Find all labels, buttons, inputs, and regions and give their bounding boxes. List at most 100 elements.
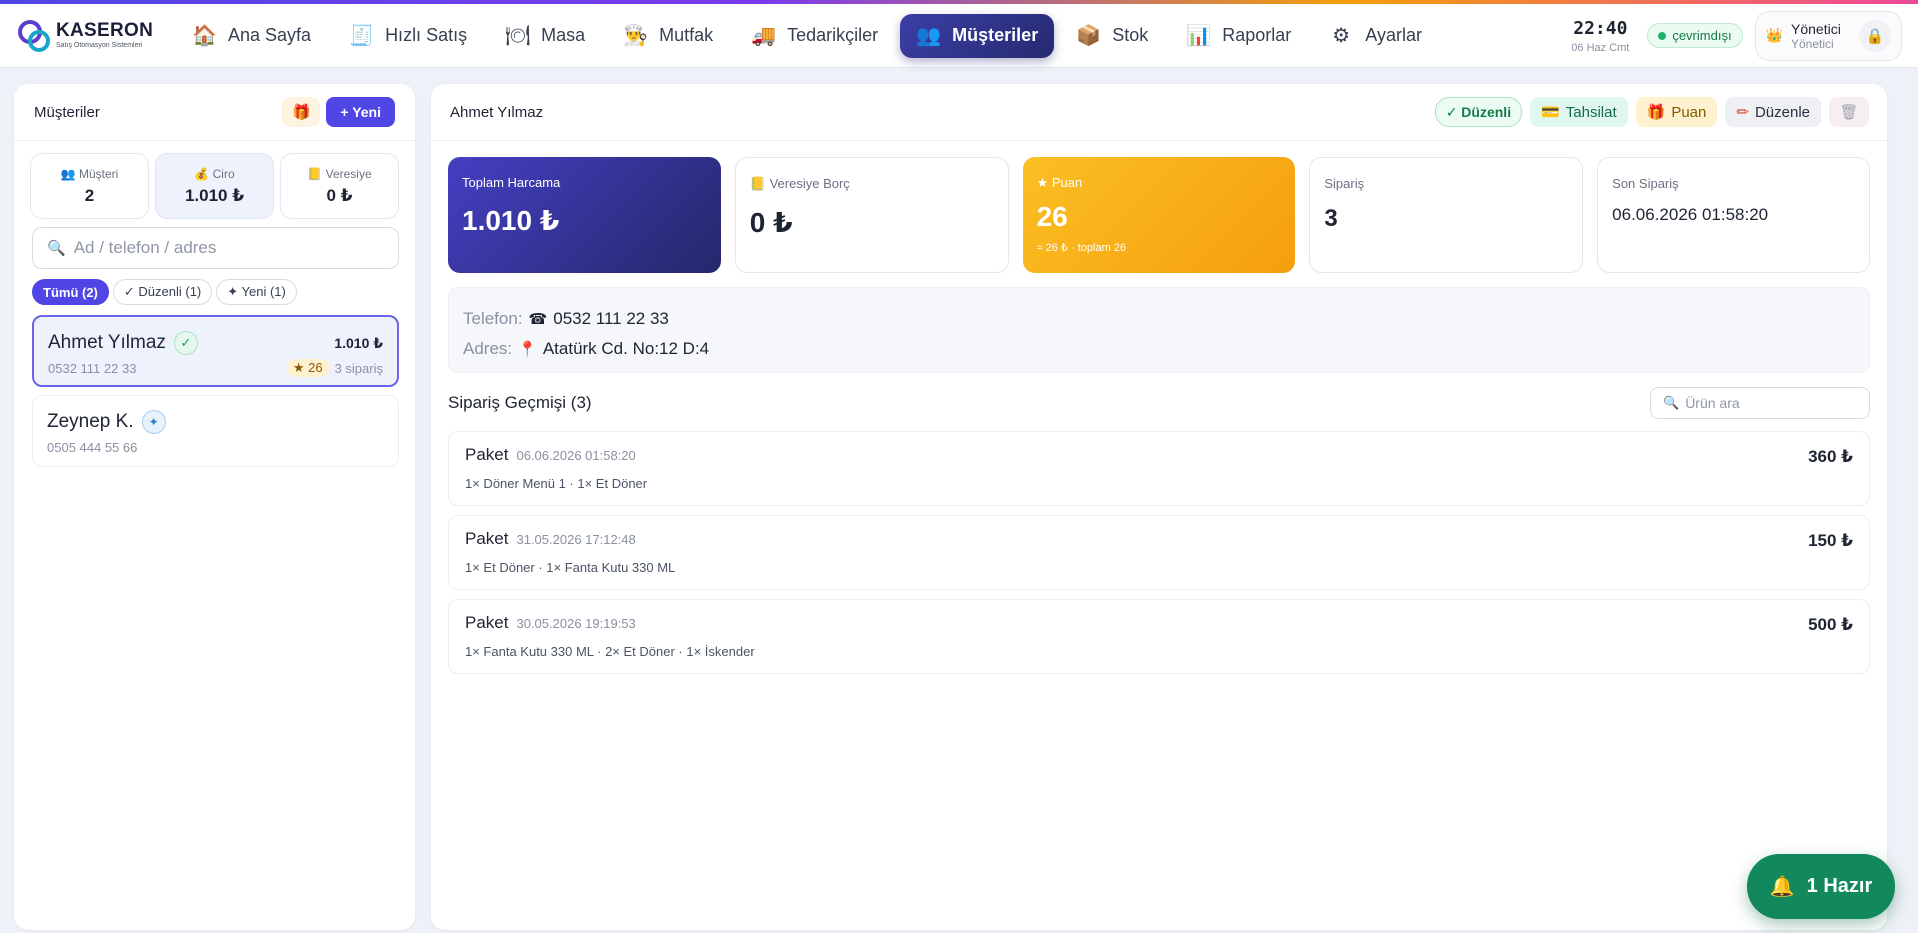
customer-phone: 0505 444 55 66 xyxy=(47,440,138,455)
delete-button[interactable]: 🗑 xyxy=(1829,97,1869,127)
filter-regular[interactable]: ✓ Düzenli (1) xyxy=(112,279,213,305)
customer-search: 🔍 xyxy=(32,227,399,269)
nav-item-raporlar[interactable]: 📊 Raporlar xyxy=(1170,14,1307,58)
order-type: Paket xyxy=(465,613,509,632)
order-date: 06.06.2026 01:58:20 xyxy=(516,448,636,463)
pencil-icon: ✏ xyxy=(1736,104,1749,121)
summary-cards: Toplam Harcama 1.010 ₺ 📒 Veresiye Borç 0… xyxy=(431,141,1887,273)
nav-item-label: Masa xyxy=(541,25,586,45)
stat-credit: 📒 Veresiye 0 ₺ xyxy=(280,153,399,219)
stat-label: Ciro xyxy=(212,166,235,181)
logo-tagline: Satış Otomasyon Sistemleri xyxy=(56,42,143,49)
customer-order-count: 3 sipariş xyxy=(334,360,383,376)
order-history-title: Sipariş Geçmişi (3) xyxy=(448,393,592,412)
new-customer-button[interactable]: + Yeni xyxy=(326,97,395,127)
list-item[interactable]: Paket 31.05.2026 17:12:48 1× Et Döner · 1… xyxy=(448,515,1870,590)
nav-item-label: Müşteriler xyxy=(952,25,1039,45)
nav-item-tedarikciler[interactable]: 🚚 Tedarikçiler xyxy=(735,14,894,58)
nav-item-musteriler[interactable]: 👥 Müşteriler xyxy=(900,13,1055,58)
nav-item-ayarlar[interactable]: ⚙ Ayarlar xyxy=(1313,14,1438,58)
order-total: 500 ₺ xyxy=(1808,615,1853,634)
stat-revenue: 💰 Ciro 1.010 ₺ xyxy=(155,153,274,219)
address-value: Atatürk Cd. No:12 D:4 xyxy=(542,339,710,358)
nav-item-label: Raporlar xyxy=(1222,25,1292,45)
regular-customer-toggle[interactable]: ✓ Düzenli xyxy=(1434,97,1523,127)
points-label: Puan xyxy=(1671,103,1707,121)
user-name: Yönetici xyxy=(1791,20,1841,37)
logo-mark-icon xyxy=(16,16,52,56)
top-navbar: KASERON Satış Otomasyon Sistemleri 🏠 Ana… xyxy=(0,4,1918,68)
gift-button[interactable]: 🎁 xyxy=(282,97,321,127)
phone-value: 0532 111 22 33 xyxy=(553,309,669,328)
filter-new[interactable]: ✦ Yeni (1) xyxy=(216,279,297,305)
credit-debt-card: 📒 Veresiye Borç 0 ₺ xyxy=(734,157,1009,273)
app-logo[interactable]: KASERON Satış Otomasyon Sistemleri xyxy=(16,12,166,60)
list-item[interactable]: Paket 30.05.2026 19:19:53 1× Fanta Kutu 3… xyxy=(448,599,1870,674)
bell-icon: 🔔 xyxy=(1769,876,1795,898)
people-icon: 👥 xyxy=(60,166,76,181)
plate-icon: 🍽 xyxy=(505,25,531,47)
card-label: ★ Puan xyxy=(1036,175,1083,190)
order-count-card: Sipariş 3 xyxy=(1309,157,1584,273)
check-icon: ✓ xyxy=(173,331,198,355)
card-label: Sipariş xyxy=(1324,176,1365,191)
crown-icon: 👑 xyxy=(1765,27,1783,43)
card-value: 1.010 ₺ xyxy=(462,205,560,236)
map-pin-icon: 📍 xyxy=(518,341,537,358)
lock-icon[interactable]: 🔒 xyxy=(1859,19,1891,52)
payment-label: Tahsilat xyxy=(1565,103,1617,121)
filter-all[interactable]: Tümü (2) xyxy=(32,279,109,305)
logo-name: KASERON xyxy=(56,20,154,41)
order-total: 360 ₺ xyxy=(1808,447,1853,466)
nav-item-ana-sayfa[interactable]: 🏠 Ana Sayfa xyxy=(176,14,327,58)
card-value: 26 xyxy=(1036,201,1068,232)
payment-button[interactable]: 💳 Tahsilat xyxy=(1530,97,1628,127)
truck-icon: 🚚 xyxy=(751,25,777,47)
ledger-icon: 📒 xyxy=(749,176,766,191)
contact-info: Telefon: ☎ 0532 111 22 33 Adres: 📍 Atatü… xyxy=(448,287,1870,373)
sparkle-icon: ✦ xyxy=(141,410,166,434)
user-menu[interactable]: 👑 Yönetici Yönetici 🔒 xyxy=(1754,10,1902,61)
order-history-header: Sipariş Geçmişi (3) 🔍 xyxy=(431,387,1887,419)
customer-stats: 👥 Müşteri 2 💰 Ciro 1.010 ₺ 📒 Veresiye 0 … xyxy=(14,141,415,219)
credit-card-icon: 💳 xyxy=(1541,104,1560,121)
nav-item-label: Mutfak xyxy=(659,25,714,45)
order-date: 31.05.2026 17:12:48 xyxy=(516,532,636,547)
customer-filters: Tümü (2) ✓ Düzenli (1) ✦ Yeni (1) xyxy=(14,269,415,305)
customer-phone: 0532 111 22 33 xyxy=(48,361,137,376)
stat-value: 2 xyxy=(84,185,95,205)
order-total: 150 ₺ xyxy=(1808,531,1853,550)
nav-item-hizli-satis[interactable]: 🧾 Hızlı Satış xyxy=(333,14,483,58)
edit-button[interactable]: ✏ Düzenle xyxy=(1725,97,1821,127)
nav-item-label: Ayarlar xyxy=(1365,25,1422,45)
people-icon: 👥 xyxy=(916,25,942,47)
card-value: 06.06.2026 01:58:20 xyxy=(1612,205,1769,224)
register-icon: 🧾 xyxy=(349,25,374,47)
customer-name: Ahmet Yılmaz xyxy=(48,332,166,353)
status-dot-icon xyxy=(1658,31,1667,40)
list-item[interactable]: Ahmet Yılmaz ✓ 0532 111 22 33 1.010 ₺ ★ … xyxy=(32,315,399,387)
list-item[interactable]: Zeynep K. ✦ 0505 444 55 66 xyxy=(32,395,399,467)
points-button[interactable]: 🎁 Puan xyxy=(1635,97,1718,127)
nav-item-label: Tedarikçiler xyxy=(787,25,879,45)
nav-item-label: Stok xyxy=(1112,25,1149,45)
customer-detail-title: Ahmet Yılmaz xyxy=(450,103,544,121)
nav-item-masa[interactable]: 🍽 Masa xyxy=(489,14,601,58)
nav-item-stok[interactable]: 📦 Stok xyxy=(1060,14,1164,58)
gift-icon: 🎁 xyxy=(292,104,311,121)
list-item[interactable]: Paket 06.06.2026 01:58:20 1× Döner Menü 1… xyxy=(448,431,1870,506)
stat-value: 0 ₺ xyxy=(326,185,353,205)
order-items: 1× Fanta Kutu 330 ML · 2× Et Döner · 1× … xyxy=(465,644,755,659)
product-search-input[interactable] xyxy=(1685,395,1867,411)
phone-label: Telefon: xyxy=(463,309,523,328)
customer-list: Ahmet Yılmaz ✓ 0532 111 22 33 1.010 ₺ ★ … xyxy=(14,305,415,467)
stat-label: Müşteri xyxy=(78,166,119,181)
customer-search-input[interactable] xyxy=(73,238,384,258)
ready-orders-button[interactable]: 🔔 1 Hazır xyxy=(1747,854,1895,919)
customer-points-badge: ★ 26 xyxy=(286,359,329,377)
nav-item-mutfak[interactable]: 👨‍🍳 Mutfak xyxy=(607,14,729,58)
points-card: ★ Puan 26 ≈ 26 ₺ · toplam 26 xyxy=(1022,157,1296,273)
user-role: Yönetici xyxy=(1791,36,1834,51)
stat-value: 1.010 ₺ xyxy=(184,185,245,205)
card-value: 3 xyxy=(1324,205,1338,232)
